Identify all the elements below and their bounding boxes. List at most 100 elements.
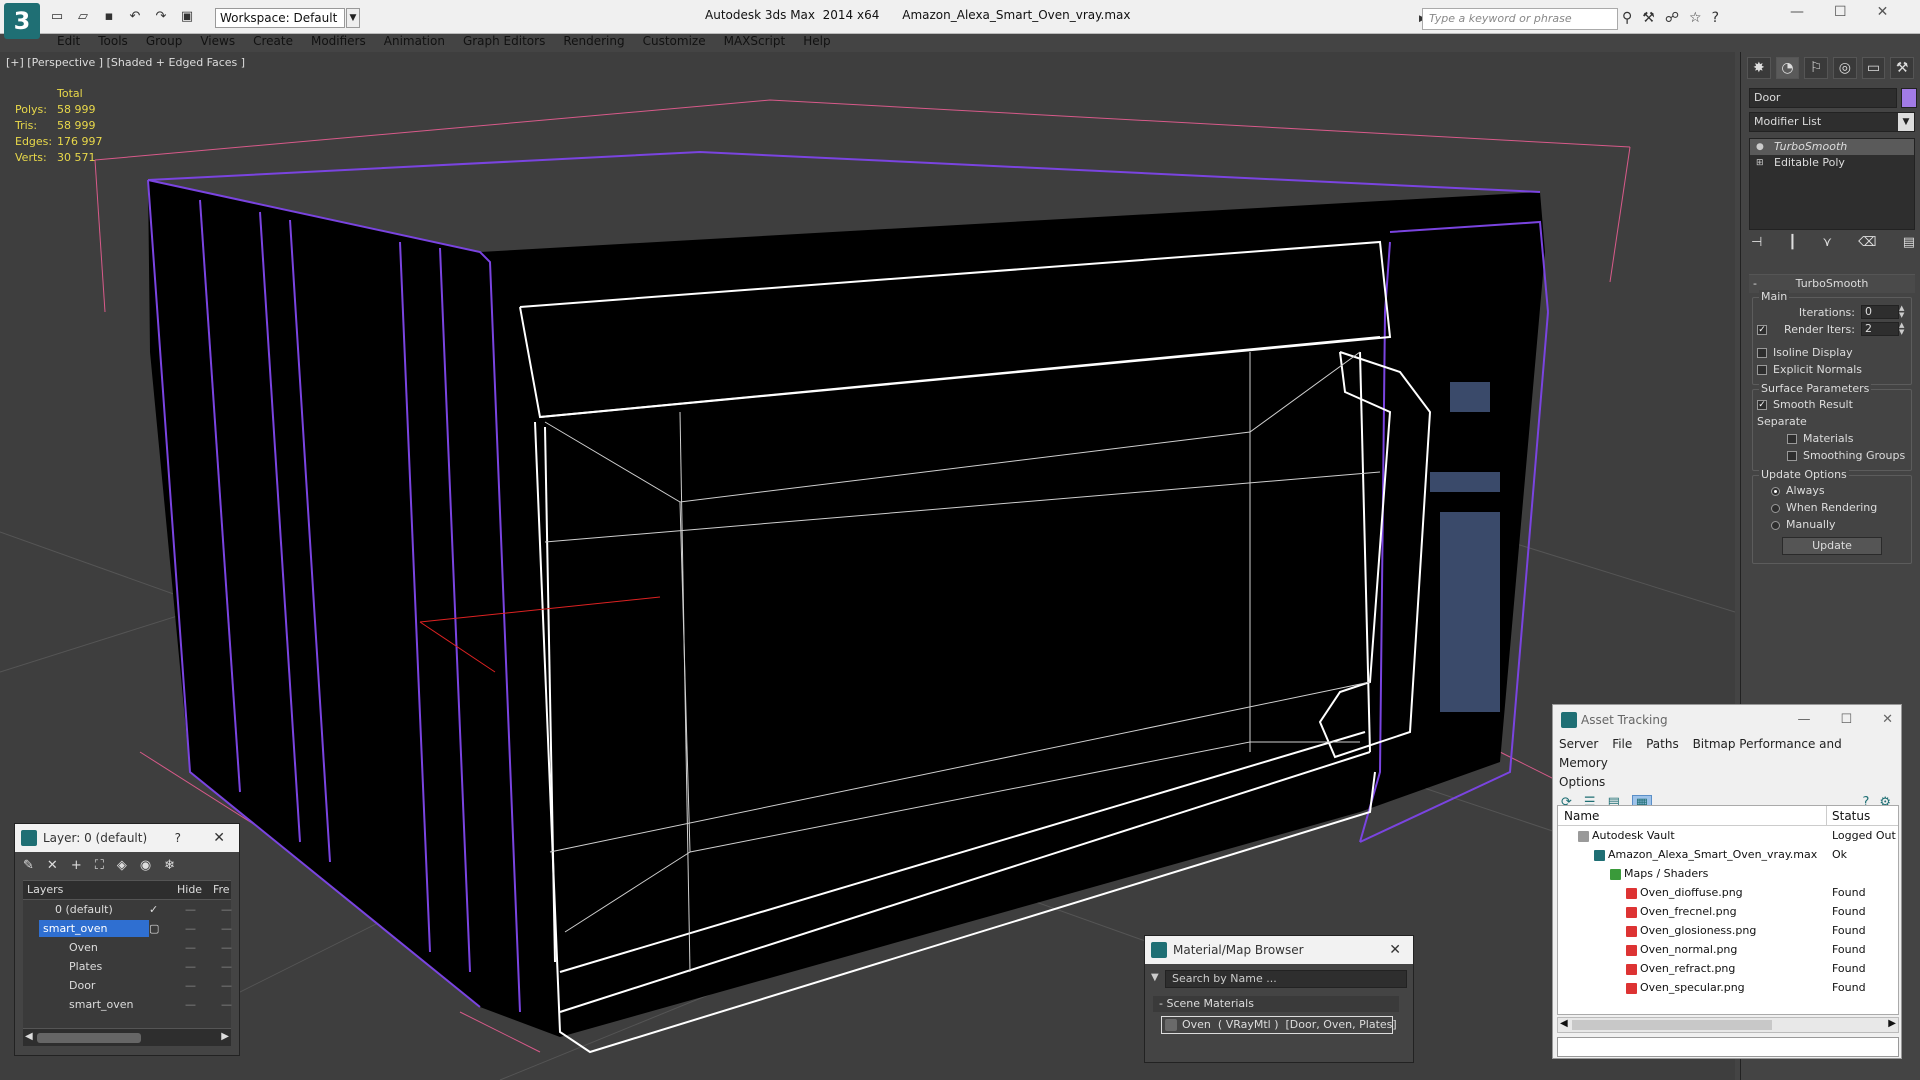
pin-stack-icon[interactable]: ⊣: [1751, 235, 1762, 250]
menu-customize[interactable]: Customize: [634, 34, 715, 52]
manually-row[interactable]: Manually: [1757, 516, 1907, 533]
close-icon[interactable]: ✕: [1389, 936, 1401, 964]
hide-toggle[interactable]: —: [185, 938, 196, 957]
asset-row[interactable]: Oven_specular.png Found: [1558, 978, 1898, 997]
scroll-left-icon[interactable]: ◀: [1560, 1018, 1568, 1029]
workspace-dropdown-icon[interactable]: ▼: [346, 8, 360, 28]
menu-group[interactable]: Group: [137, 34, 192, 52]
asset-row[interactable]: Maps / Shaders: [1558, 864, 1898, 883]
spinner-arrows-icon[interactable]: ▲ ▼: [1899, 305, 1907, 319]
smoothing-groups-checkbox[interactable]: [1787, 451, 1797, 461]
manually-radio[interactable]: [1771, 520, 1780, 530]
help-icon[interactable]: ?: [1712, 10, 1719, 26]
menu-options[interactable]: Options: [1559, 775, 1605, 789]
open-file-icon[interactable]: ▱: [74, 8, 92, 26]
asset-row[interactable]: Autodesk Vault Logged Out .: [1558, 826, 1898, 845]
col-layers[interactable]: Layers: [27, 881, 63, 899]
minimize-icon[interactable]: —: [1797, 705, 1810, 735]
stack-item-turbosmooth[interactable]: ● TurboSmooth: [1750, 139, 1914, 155]
explicit-normals-checkbox[interactable]: [1757, 365, 1767, 375]
binoculars-icon[interactable]: ⚲: [1622, 10, 1632, 26]
freeze-toggle[interactable]: —: [221, 976, 232, 995]
hide-toggle[interactable]: —: [185, 957, 196, 976]
menu-graph-editors[interactable]: Graph Editors: [454, 34, 554, 52]
delete-layer-icon[interactable]: ✕: [47, 858, 58, 874]
freeze-toggle[interactable]: —: [221, 957, 232, 976]
modify-tab-icon[interactable]: ◔: [1775, 57, 1800, 79]
material-search-input[interactable]: Search by Name ...: [1165, 970, 1407, 988]
scroll-right-icon[interactable]: ▶: [221, 1031, 229, 1042]
freeze-toggle[interactable]: —: [221, 900, 232, 919]
menu-animation[interactable]: Animation: [375, 34, 454, 52]
iterations-spinner[interactable]: 0: [1861, 305, 1899, 319]
scene-materials-section[interactable]: - Scene Materials: [1153, 996, 1399, 1012]
add-selection-icon[interactable]: +: [71, 858, 82, 874]
menu-help[interactable]: Help: [794, 34, 839, 52]
hide-toggle[interactable]: —: [185, 900, 196, 919]
menu-maxscript[interactable]: MAXScript: [715, 34, 795, 52]
object-color-swatch[interactable]: [1901, 88, 1917, 108]
save-icon[interactable]: ▪: [100, 8, 118, 26]
freeze-toggle[interactable]: —: [221, 919, 232, 938]
make-unique-icon[interactable]: ⋎: [1822, 235, 1832, 250]
layer-object-row[interactable]: smart_oven — —: [23, 995, 232, 1014]
always-radio[interactable]: [1771, 486, 1780, 496]
display-tab-icon[interactable]: ▭: [1861, 57, 1886, 79]
minimize-icon[interactable]: —: [1790, 4, 1804, 20]
scroll-left-icon[interactable]: ◀: [25, 1031, 33, 1042]
select-objects-icon[interactable]: ⛶: [95, 858, 104, 874]
material-browser-titlebar[interactable]: Material/Map Browser ✕: [1145, 936, 1413, 964]
materials-checkbox[interactable]: [1787, 434, 1797, 444]
close-icon[interactable]: ✕: [1877, 4, 1889, 20]
active-checkmark-icon[interactable]: ✓: [149, 900, 158, 919]
object-name-field[interactable]: Door: [1749, 88, 1897, 108]
redo-icon[interactable]: ↷: [152, 8, 170, 26]
menu-views[interactable]: Views: [191, 34, 244, 52]
filter-icon[interactable]: ▼: [1151, 972, 1159, 983]
always-row[interactable]: Always: [1757, 482, 1907, 499]
chevron-down-icon[interactable]: ▼: [1898, 113, 1914, 131]
render-iters-checkbox[interactable]: ✓: [1757, 325, 1767, 335]
materials-row[interactable]: Materials: [1757, 430, 1907, 447]
motion-tab-icon[interactable]: ◎: [1833, 57, 1857, 79]
asset-row[interactable]: Oven_refract.png Found: [1558, 959, 1898, 978]
smoothing-groups-row[interactable]: Smoothing Groups: [1757, 447, 1907, 464]
isoline-row[interactable]: Isoline Display: [1757, 344, 1907, 361]
scrollbar-thumb[interactable]: [1572, 1020, 1772, 1030]
maximize-icon[interactable]: ☐: [1840, 705, 1852, 735]
asset-row[interactable]: Oven_glosioness.png Found: [1558, 921, 1898, 940]
modifier-list-dropdown[interactable]: Modifier List ▼: [1749, 112, 1915, 132]
app-logo-icon[interactable]: 3: [4, 3, 40, 39]
menu-create[interactable]: Create: [244, 34, 302, 52]
perspective-viewport[interactable]: [+] [Perspective ] [Shaded + Edged Faces…: [0, 52, 1735, 1080]
freeze-toggle[interactable]: —: [221, 995, 232, 1014]
menu-modifiers[interactable]: Modifiers: [302, 34, 375, 52]
col-name[interactable]: Name: [1564, 806, 1599, 826]
menu-paths[interactable]: Paths: [1646, 737, 1679, 751]
asset-horizontal-scrollbar[interactable]: ◀ ▶: [1557, 1017, 1899, 1033]
new-file-icon[interactable]: ▭: [48, 8, 66, 26]
layer-box-icon[interactable]: ▢: [149, 919, 159, 938]
render-iters-spinner[interactable]: 2: [1861, 322, 1899, 336]
smooth-result-checkbox[interactable]: ✓: [1757, 400, 1767, 410]
undo-icon[interactable]: ↶: [126, 8, 144, 26]
close-icon[interactable]: ✕: [213, 824, 225, 852]
asset-row[interactable]: Amazon_Alexa_Smart_Oven_vray.max Ok: [1558, 845, 1898, 864]
hide-toggle[interactable]: —: [185, 995, 196, 1014]
viewport-label[interactable]: [+] [Perspective ] [Shaded + Edged Faces…: [6, 56, 245, 69]
layer-horizontal-scrollbar[interactable]: ◀ ▶: [23, 1028, 231, 1046]
favorites-star-icon[interactable]: ☆: [1689, 10, 1702, 26]
keyword-search-input[interactable]: Type a keyword or phrase: [1422, 8, 1618, 30]
highlight-layer-icon[interactable]: ◈: [117, 858, 127, 874]
menu-bitmap-performance[interactable]: Bitmap Performance and Memory: [1559, 737, 1842, 770]
col-freeze[interactable]: Fre: [213, 881, 230, 899]
hide-all-icon[interactable]: ◉: [140, 858, 151, 874]
help-icon[interactable]: ?: [175, 824, 181, 852]
subscription-icon[interactable]: ⚒: [1642, 10, 1655, 26]
lightbulb-icon[interactable]: ●: [1756, 141, 1766, 153]
new-layer-icon[interactable]: ✎: [23, 858, 34, 874]
layer-row[interactable]: 0 (default) ✓ — —: [23, 900, 232, 919]
col-hide[interactable]: Hide: [177, 881, 202, 899]
scrollbar-thumb[interactable]: [37, 1033, 141, 1043]
when-rendering-row[interactable]: When Rendering: [1757, 499, 1907, 516]
